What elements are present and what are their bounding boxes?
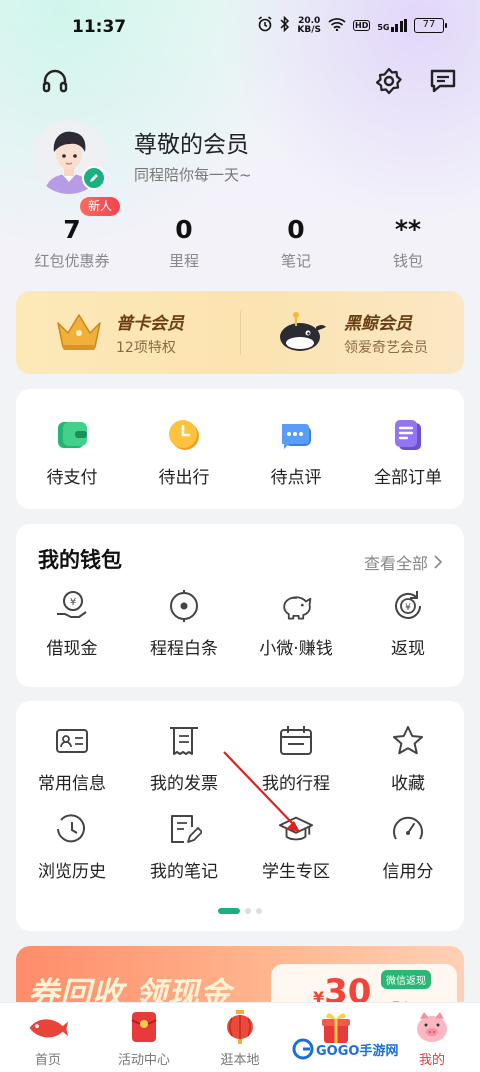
watermark-logo: GOGO手游网 (292, 1035, 398, 1063)
service-invoices[interactable]: 我的发票 (128, 723, 240, 794)
gauge-icon (390, 811, 426, 847)
piggy-bank-icon (278, 588, 314, 624)
document-icon (390, 417, 426, 453)
order-all[interactable]: 全部订单 (352, 417, 464, 488)
vip-regular-subtitle: 12项特权 (116, 340, 176, 356)
page-dot-1[interactable] (218, 908, 240, 914)
tab-local[interactable]: 逛本地 (192, 1003, 288, 1072)
service-browse-history[interactable]: 浏览历史 (16, 811, 128, 882)
alarm-icon (257, 16, 273, 35)
wallet-icon (54, 417, 90, 453)
service-student-zone[interactable]: 学生专区 (240, 811, 352, 882)
user-stats: 7 红包优惠券 0 里程 0 笔记 ** 钱包 (16, 212, 464, 278)
wifi-icon (328, 17, 346, 34)
cash-hand-icon: ¥ (54, 588, 90, 624)
service-favorites[interactable]: 收藏 (352, 723, 464, 794)
crown-icon (57, 314, 101, 350)
fish-icon (26, 1009, 70, 1045)
stat-coupons[interactable]: 7 红包优惠券 (16, 212, 128, 278)
wallet-cashback[interactable]: ¥ 返现 (352, 588, 464, 659)
cashback-icon: ¥ (390, 588, 426, 624)
svg-text:¥: ¥ (70, 597, 76, 608)
vip-regular[interactable]: 普卡会员 12项特权 (16, 291, 240, 374)
chevron-right-icon (434, 555, 442, 569)
vip-blackwhale-subtitle: 领爱奇艺会员 (344, 340, 428, 356)
vip-blackwhale-title: 黑鲸会员 (344, 314, 412, 334)
star-icon (390, 723, 426, 759)
wallet-title: 我的钱包 (38, 548, 122, 572)
pencil-icon (90, 174, 98, 182)
wallet-view-all[interactable]: 查看全部 (364, 550, 442, 574)
headphones-icon[interactable] (38, 64, 72, 98)
order-pending-payment[interactable]: 待支付 (16, 417, 128, 488)
tab-activity[interactable]: 活动中心 (96, 1003, 192, 1072)
status-icons: 20.0 KB/S HD 5G 77 (257, 15, 447, 35)
wallet-baitiao[interactable]: 程程白条 (128, 588, 240, 659)
status-time: 11:37 (72, 17, 127, 37)
service-my-trips[interactable]: 我的行程 (240, 723, 352, 794)
lantern-icon (218, 1009, 262, 1045)
service-my-notes[interactable]: 我的笔记 (128, 811, 240, 882)
page-dot-3[interactable] (256, 908, 262, 914)
page-indicator (16, 908, 464, 914)
page-dot-2[interactable] (245, 908, 251, 914)
tab-home[interactable]: 首页 (0, 1003, 96, 1072)
order-pending-review[interactable]: 待点评 (240, 417, 352, 488)
vip-blackwhale[interactable]: 黑鲸会员 领爱奇艺会员 (240, 291, 464, 374)
edit-avatar-button[interactable] (82, 166, 106, 190)
note-icon (166, 811, 202, 847)
chat-icon (278, 417, 314, 453)
service-common-info[interactable]: 常用信息 (16, 723, 128, 794)
hd-icon: HD (353, 20, 371, 31)
network-speed: 20.0 KB/S (297, 15, 322, 35)
coin-icon (166, 588, 202, 624)
red-envelope-icon (122, 1009, 166, 1045)
bottom-tab-bar: 首页 活动中心 逛本地 我的 (0, 1002, 480, 1072)
receipt-icon (166, 723, 202, 759)
calendar-icon (278, 723, 314, 759)
bluetooth-icon (280, 15, 290, 35)
stat-notes[interactable]: 0 笔记 (240, 212, 352, 278)
order-pending-trip[interactable]: 待出行 (128, 417, 240, 488)
clock-icon (166, 417, 202, 453)
wallet-borrow-cash[interactable]: ¥ 借现金 (16, 588, 128, 659)
id-card-icon (54, 723, 90, 759)
stat-wallet[interactable]: ** 钱包 (352, 212, 464, 278)
whale-icon (280, 312, 326, 351)
banner-tag: 微信返现 (381, 970, 431, 989)
gear-icon[interactable] (372, 64, 406, 98)
user-slogan: 同程陪你每一天~ (134, 166, 252, 184)
message-icon[interactable] (426, 64, 460, 98)
watermark-icon (292, 1038, 314, 1060)
history-icon (54, 811, 90, 847)
vip-regular-title: 普卡会员 (116, 314, 184, 334)
battery-icon: 77 (414, 18, 447, 33)
svg-text:¥: ¥ (405, 603, 411, 613)
membership-card: 普卡会员 12项特权 黑鲸会员 领爱奇艺会员 (16, 291, 464, 374)
wallet-earn-money[interactable]: 小微·赚钱 (240, 588, 352, 659)
signal-icon: 5G (377, 19, 407, 32)
service-credit-score[interactable]: 信用分 (352, 811, 464, 882)
user-name[interactable]: 尊敬的会员 (134, 125, 249, 159)
header-actions (0, 64, 480, 100)
services-card: 常用信息 我的发票 我的行程 收藏 浏览历史 我的笔记 学生专区 信用分 (16, 701, 464, 931)
status-bar: 11:37 20.0 KB/S HD 5G 77 (0, 0, 480, 56)
wallet-card: 我的钱包 查看全部 ¥ 借现金 程程白条 小微·赚钱 ¥ 返现 (16, 524, 464, 687)
pig-icon (410, 1009, 454, 1045)
orders-card: 待支付 待出行 待点评 全部订单 (16, 389, 464, 509)
graduation-cap-icon (278, 811, 314, 847)
stat-mileage[interactable]: 0 里程 (128, 212, 240, 278)
